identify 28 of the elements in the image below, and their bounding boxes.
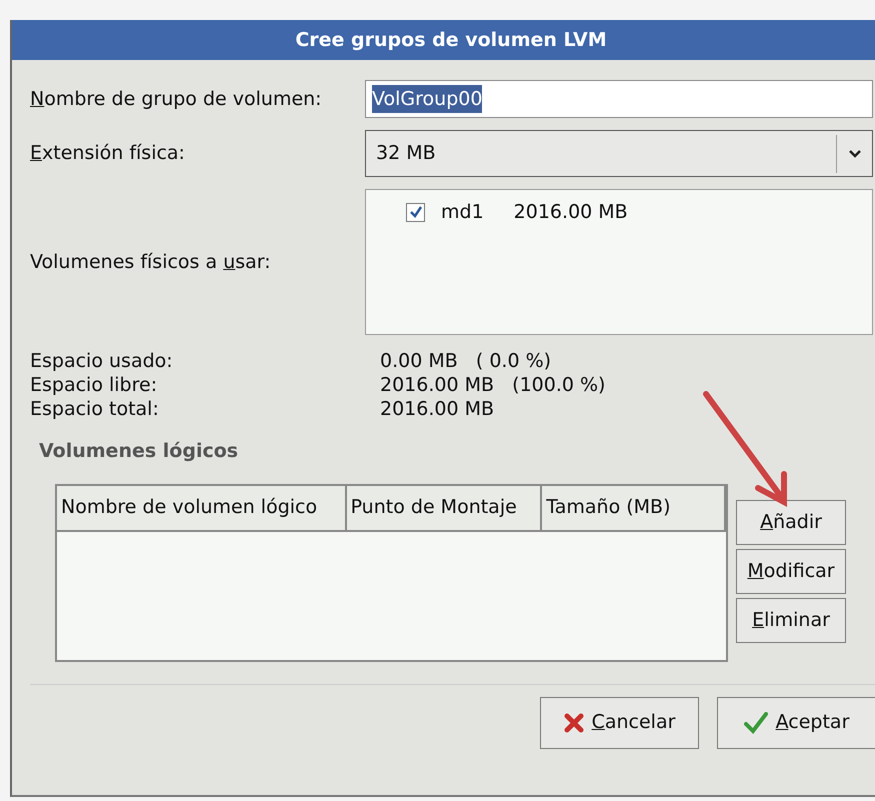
section-title: Volumenes lógicos	[39, 439, 240, 464]
table-action-button[interactable]: Eliminar	[736, 598, 846, 642]
window-title: Cree grupos de volumen LVM	[12, 20, 875, 60]
accept-button[interactable]: Aceptar	[717, 696, 875, 748]
chevron-down-icon	[848, 150, 860, 158]
field-label: Volumenes físicos a usar:	[30, 250, 272, 275]
space-value: 2016.00 MB (100.0 %)	[380, 373, 606, 397]
physical-volume-list[interactable]: md1 2016.00 MB	[365, 189, 873, 335]
field-label: Nombre de grupo de volumen:	[30, 86, 323, 112]
volume-size: 2016.00 MB	[514, 200, 628, 225]
x-icon	[564, 713, 584, 734]
space-label: Espacio libre:	[30, 373, 158, 397]
space-label: Espacio total:	[30, 397, 160, 421]
space-value: 0.00 MB ( 0.0 %)	[380, 349, 552, 373]
space-value: 2016.00 MB	[380, 397, 496, 421]
table-action-button[interactable]: Añadir	[736, 500, 846, 544]
space-label: Espacio usado:	[30, 349, 174, 373]
check-icon	[744, 712, 768, 734]
name-field[interactable]: VolGroup00	[365, 80, 873, 118]
volume-name: md1	[441, 200, 484, 225]
extent-dropdown[interactable]: 32 MB	[365, 130, 873, 177]
column-header[interactable]: Tamaño (MB)	[542, 486, 726, 530]
field-label: Extensión física:	[30, 141, 186, 166]
column-header[interactable]: Nombre de volumen lógico	[57, 486, 347, 530]
checkbox[interactable]	[406, 202, 425, 222]
table-action-button[interactable]: Modificar	[736, 548, 846, 594]
column-header[interactable]: Punto de Montaje	[346, 486, 542, 530]
cancel-button[interactable]: Cancelar	[540, 696, 699, 748]
